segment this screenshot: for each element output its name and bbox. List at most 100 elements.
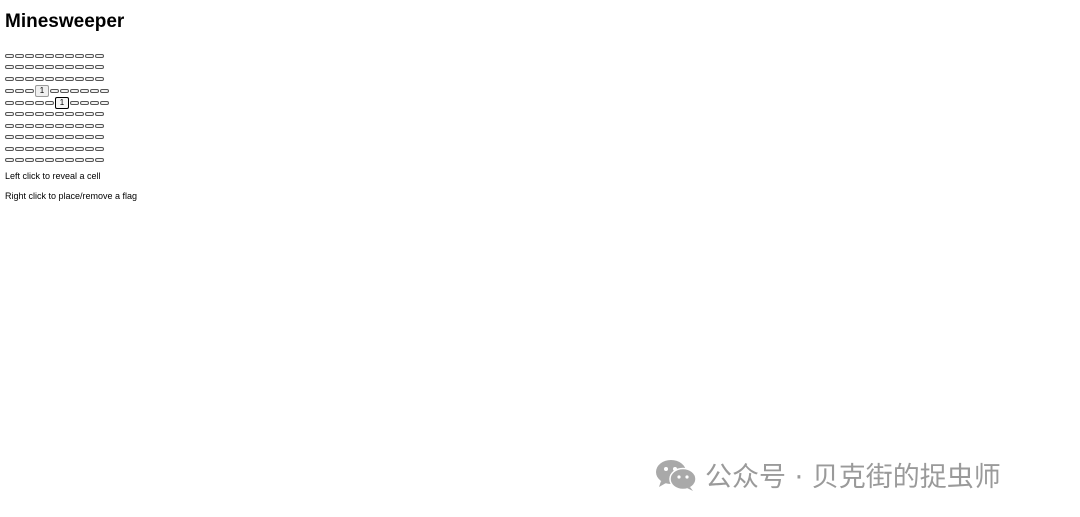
board-cell[interactable] xyxy=(85,76,94,81)
board-cell[interactable] xyxy=(80,88,89,93)
board-cell[interactable] xyxy=(15,135,24,140)
board-cell[interactable] xyxy=(15,76,24,81)
board-cell[interactable] xyxy=(35,100,44,105)
board-cell[interactable] xyxy=(5,135,14,140)
board-cell[interactable] xyxy=(25,53,34,58)
board-cell[interactable] xyxy=(5,158,14,163)
board-cell[interactable] xyxy=(25,146,34,151)
board-cell[interactable] xyxy=(65,76,74,81)
board-cell[interactable] xyxy=(65,135,74,140)
board-cell[interactable] xyxy=(5,112,14,117)
board-cell[interactable] xyxy=(55,123,64,128)
board-cell[interactable] xyxy=(50,88,59,93)
revealed-cell[interactable]: 1 xyxy=(35,84,49,97)
board-cell[interactable] xyxy=(35,123,44,128)
board-cell[interactable] xyxy=(75,65,84,70)
board-cell[interactable] xyxy=(15,146,24,151)
board-cell[interactable] xyxy=(55,76,64,81)
board-cell[interactable] xyxy=(75,53,84,58)
board-cell[interactable] xyxy=(35,112,44,117)
board-cell[interactable] xyxy=(35,76,44,81)
board-cell[interactable] xyxy=(25,112,34,117)
board-cell[interactable] xyxy=(65,158,74,163)
board-cell[interactable] xyxy=(75,146,84,151)
board-cell[interactable] xyxy=(5,76,14,81)
board-cell[interactable] xyxy=(45,65,54,70)
board-cell[interactable] xyxy=(65,123,74,128)
board-cell[interactable] xyxy=(100,88,109,93)
board-cell[interactable] xyxy=(45,123,54,128)
board-cell[interactable] xyxy=(95,65,104,70)
board-cell[interactable] xyxy=(15,65,24,70)
board-cell[interactable] xyxy=(70,100,79,105)
board-cell[interactable] xyxy=(75,123,84,128)
board-cell[interactable] xyxy=(95,53,104,58)
board-cell[interactable] xyxy=(25,65,34,70)
board-cell[interactable] xyxy=(45,53,54,58)
board-cell[interactable] xyxy=(60,88,69,93)
board-cell[interactable] xyxy=(45,135,54,140)
board-cell[interactable] xyxy=(85,65,94,70)
board-cell[interactable] xyxy=(5,53,14,58)
board-cell[interactable] xyxy=(25,76,34,81)
board-cell[interactable] xyxy=(55,158,64,163)
board-cell[interactable] xyxy=(95,112,104,117)
board-cell[interactable] xyxy=(85,135,94,140)
board-cell[interactable] xyxy=(85,123,94,128)
board-cell[interactable] xyxy=(45,76,54,81)
board-cell[interactable] xyxy=(5,123,14,128)
board-cell[interactable] xyxy=(35,53,44,58)
board-cell[interactable] xyxy=(75,76,84,81)
board-cell[interactable] xyxy=(25,100,34,105)
board-cell[interactable] xyxy=(65,146,74,151)
board-cell[interactable] xyxy=(15,100,24,105)
board-cell[interactable] xyxy=(55,65,64,70)
board-cell[interactable] xyxy=(55,112,64,117)
board-cell[interactable] xyxy=(25,158,34,163)
board-cell[interactable] xyxy=(45,146,54,151)
board-cell[interactable] xyxy=(5,88,14,93)
board-cell[interactable] xyxy=(15,112,24,117)
board-cell[interactable] xyxy=(65,112,74,117)
board-cell[interactable] xyxy=(5,100,14,105)
board-cell[interactable] xyxy=(25,135,34,140)
board-cell[interactable] xyxy=(15,158,24,163)
board-cell[interactable] xyxy=(5,146,14,151)
board-cell[interactable] xyxy=(5,65,14,70)
board-cell[interactable] xyxy=(95,135,104,140)
board-cell[interactable] xyxy=(15,123,24,128)
board-cell[interactable] xyxy=(35,146,44,151)
board-cell[interactable] xyxy=(55,135,64,140)
board-cell[interactable] xyxy=(35,65,44,70)
board-cell[interactable] xyxy=(65,53,74,58)
board-cell[interactable] xyxy=(45,158,54,163)
board-cell[interactable] xyxy=(35,158,44,163)
board-cell[interactable] xyxy=(85,146,94,151)
board-cell[interactable] xyxy=(25,88,34,93)
board-cell[interactable] xyxy=(90,88,99,93)
board-cell[interactable] xyxy=(45,100,54,105)
board-cell[interactable] xyxy=(35,135,44,140)
board-cell[interactable] xyxy=(70,88,79,93)
board-cell[interactable] xyxy=(15,88,24,93)
board-cell[interactable] xyxy=(65,65,74,70)
board-cell[interactable] xyxy=(95,158,104,163)
board-cell[interactable] xyxy=(75,158,84,163)
board-cell[interactable] xyxy=(80,100,89,105)
board-cell[interactable] xyxy=(25,123,34,128)
board-cell[interactable] xyxy=(85,158,94,163)
revealed-cell[interactable]: 1 xyxy=(55,96,69,109)
board-cell[interactable] xyxy=(95,146,104,151)
board-cell[interactable] xyxy=(45,112,54,117)
board-cell[interactable] xyxy=(90,100,99,105)
board-cell[interactable] xyxy=(55,53,64,58)
board-cell[interactable] xyxy=(85,112,94,117)
board-cell[interactable] xyxy=(75,135,84,140)
board-cell[interactable] xyxy=(85,53,94,58)
board-cell[interactable] xyxy=(15,53,24,58)
board-cell[interactable] xyxy=(95,123,104,128)
board-cell[interactable] xyxy=(75,112,84,117)
board-cell[interactable] xyxy=(100,100,109,105)
board-cell[interactable] xyxy=(95,76,104,81)
board-cell[interactable] xyxy=(55,146,64,151)
